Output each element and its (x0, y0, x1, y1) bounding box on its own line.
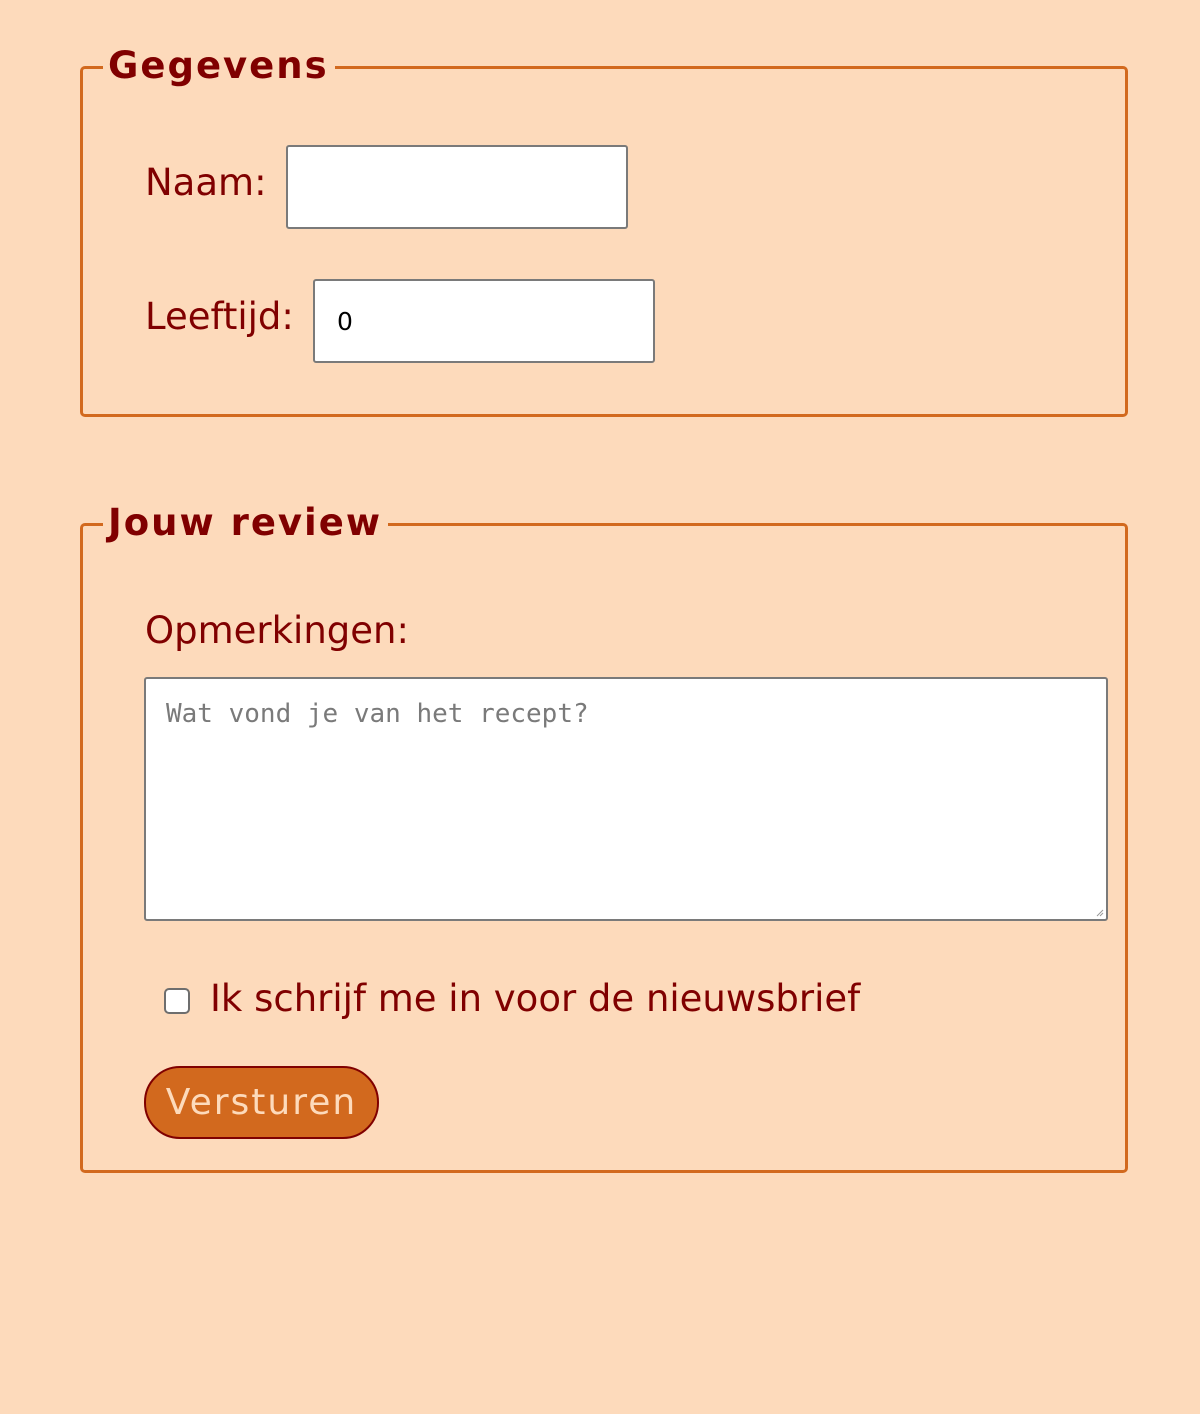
opmerkingen-label: Opmerkingen: (145, 609, 409, 652)
leeftijd-label: Leeftijd: (145, 295, 294, 338)
naam-label: Naam: (145, 161, 267, 204)
opmerkingen-placeholder: Wat vond je van het recept? (166, 699, 589, 729)
review-legend: Jouw review (103, 497, 389, 549)
gegevens-fieldset: Gegevens (80, 40, 1128, 417)
leeftijd-input[interactable]: 0 (313, 279, 655, 363)
newsletter-label: Ik schrijf me in voor de nieuwsbrief (210, 977, 861, 1020)
gegevens-legend: Gegevens (103, 40, 335, 92)
opmerkingen-textarea[interactable]: Wat vond je van het recept? (144, 677, 1108, 921)
naam-input[interactable] (286, 145, 628, 229)
submit-button[interactable]: Versturen (144, 1066, 379, 1139)
newsletter-checkbox[interactable] (164, 988, 190, 1014)
resize-handle-icon[interactable] (1096, 909, 1104, 917)
